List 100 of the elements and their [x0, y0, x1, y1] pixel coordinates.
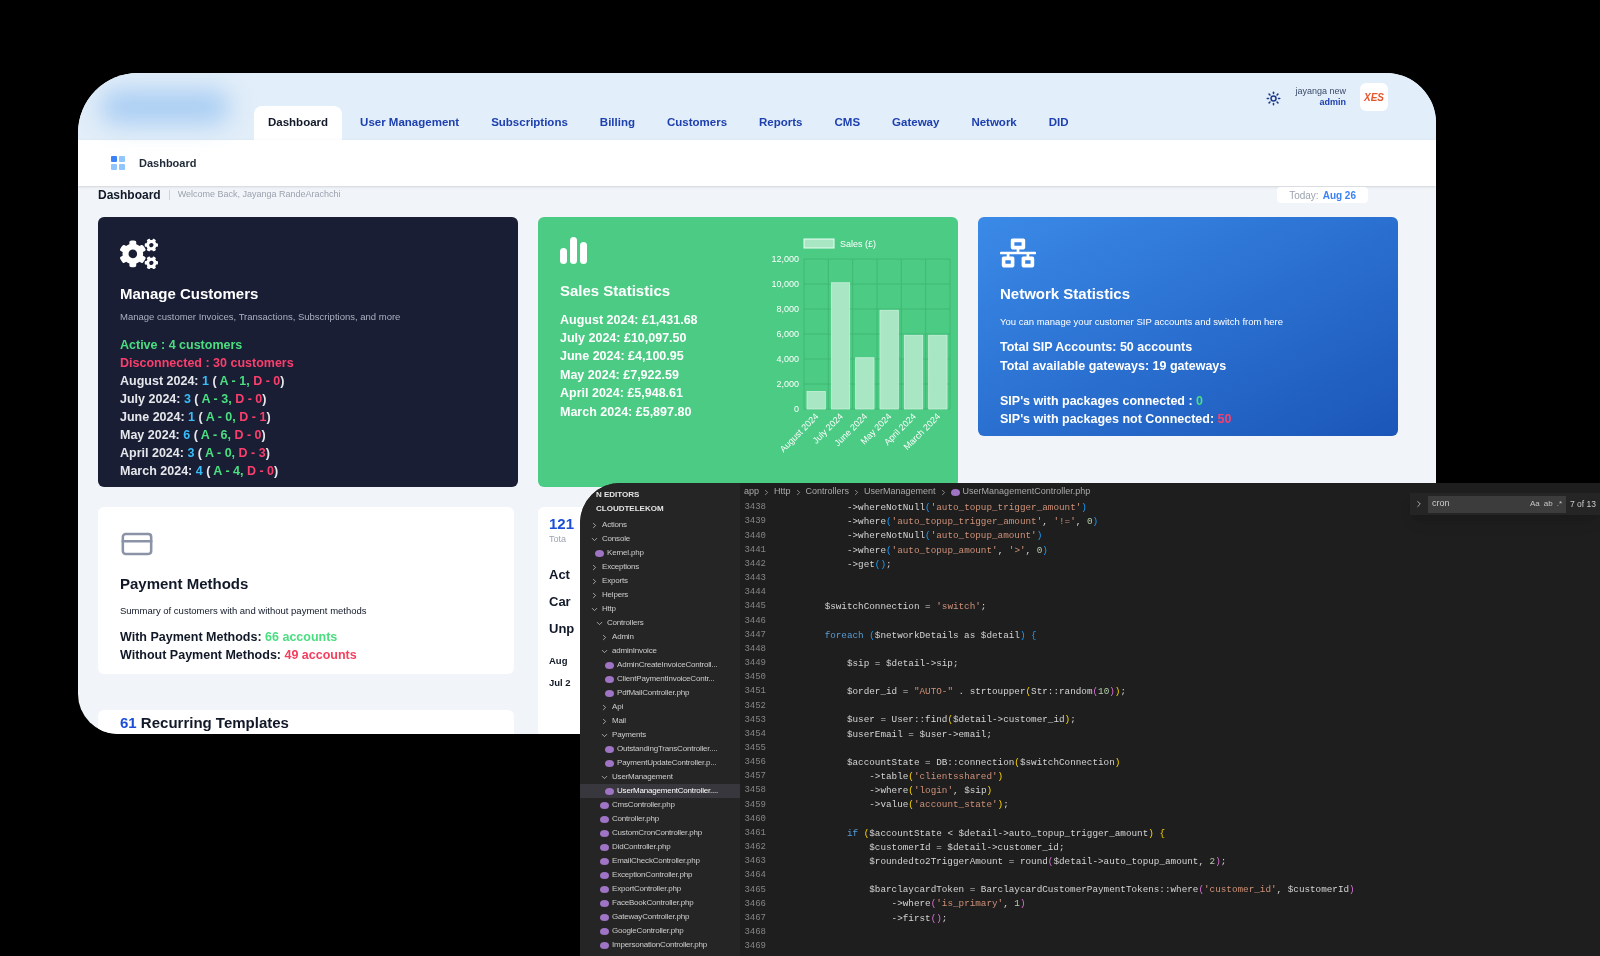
file-item[interactable]: CmsController.php	[580, 798, 740, 812]
folder-item[interactable]: Admin	[580, 630, 740, 644]
find-toggle[interactable]: .*	[1556, 498, 1562, 510]
file-item[interactable]: EmailCheckController.php	[580, 854, 740, 868]
folder-item[interactable]: Helpers	[580, 588, 740, 602]
line-number: 3454	[743, 727, 766, 741]
stat-line: March 2024: 4 ( A - 4, D - 0)	[120, 462, 280, 480]
code-line: $user = User::find($detail->customer_id);	[845, 713, 1076, 728]
code-line: $switchConnection = 'switch';	[823, 600, 987, 615]
folder-item[interactable]: Mail	[580, 714, 740, 728]
breadcrumb-item[interactable]: UserManagement	[864, 485, 936, 499]
file-item[interactable]: PaymentUpdateController.p...	[580, 756, 740, 770]
tick-label: 10,000	[771, 279, 799, 289]
card-title: Manage Customers	[120, 284, 260, 304]
breadcrumb-item[interactable]: Http	[774, 485, 791, 499]
sun-icon[interactable]	[1266, 91, 1282, 106]
code-line: ->value('account_state');	[868, 798, 1009, 813]
line-number: 3451	[743, 685, 766, 699]
code-line: foreach ($networkDetails as $detail) {	[823, 628, 1037, 643]
sales-line: April 2024: £5,948.61	[560, 385, 684, 403]
line-number: 3460	[743, 812, 766, 826]
file-item[interactable]: CustomCronController.php	[580, 826, 740, 840]
sales-line: May 2024: £7,922.59	[560, 366, 680, 384]
folder-item[interactable]: adminInvoice	[580, 644, 740, 658]
page-title: Dashboard	[98, 187, 161, 204]
file-item[interactable]: GoogleController.php	[580, 924, 740, 938]
card-title: Payment Methods	[120, 574, 250, 594]
nav-tab[interactable]: Billing	[585, 106, 649, 140]
nav-tab[interactable]: Subscriptions	[477, 106, 582, 140]
folder-item[interactable]: Controllers	[580, 616, 740, 630]
nav-tab[interactable]: Dashboard	[254, 106, 343, 140]
user-avatar[interactable]: XES	[1360, 83, 1388, 111]
file-item[interactable]: ExceptionController.php	[580, 868, 740, 882]
chevron-right-icon[interactable]	[1414, 499, 1424, 509]
folder-item[interactable]: Api	[580, 700, 740, 714]
file-item[interactable]: UserManagementController....	[580, 784, 740, 798]
stat-line: Disconnected : 30 customers	[120, 354, 295, 372]
code-line: $customerId = $detail->customer_id;	[868, 840, 1065, 855]
code-line: $userEmail = $user->email;	[845, 727, 992, 742]
folder-item[interactable]: Http	[580, 602, 740, 616]
file-item[interactable]: DidController.php	[580, 840, 740, 854]
sales-line: June 2024: £4,100.95	[560, 348, 685, 366]
line-number: 3453	[743, 713, 766, 727]
legend-label: Sales (£)	[840, 239, 877, 249]
line-number: 3457	[743, 770, 766, 784]
nav-tab[interactable]: Network	[957, 106, 1031, 140]
file-item[interactable]: ClientPaymentInvoiceContr...	[580, 672, 740, 686]
line-number: 3468	[743, 926, 766, 939]
code-line: ->whereNotNull('auto_topup_trigger_amount')	[845, 501, 1087, 516]
breadcrumb-item[interactable]: Controllers	[805, 485, 850, 499]
file-item[interactable]: AdminCreateInvoiceControll...	[580, 658, 740, 672]
total-label: Tota	[549, 533, 566, 546]
nav-tab[interactable]: DID	[1034, 106, 1083, 140]
file-item[interactable]: FaceBookController.php	[580, 896, 740, 910]
stat-line: August 2024: 1 ( A - 1, D - 0)	[120, 372, 286, 390]
nav-tab[interactable]: Reports	[745, 106, 817, 140]
breadcrumb-item[interactable]: app	[744, 485, 760, 499]
find-toggle[interactable]: Aa	[1529, 498, 1540, 510]
explorer-header[interactable]: CLOUDTELEKOM	[580, 502, 740, 516]
file-item[interactable]: Controller.php	[580, 812, 740, 826]
stat-line: April 2024: 3 ( A - 0, D - 3)	[120, 444, 271, 462]
line-number: 3438	[743, 501, 766, 515]
tick-label: 8,000	[776, 304, 799, 314]
line-number: 3463	[743, 855, 766, 869]
file-icon	[595, 549, 604, 557]
line-number: 3450	[743, 671, 766, 685]
folder-item[interactable]: Payments	[580, 728, 740, 742]
nav-tab[interactable]: User Management	[346, 106, 474, 140]
file-item[interactable]: ImpersonationController.php	[580, 938, 740, 952]
nav-tab[interactable]: Customers	[652, 106, 742, 140]
line-number: 3458	[743, 784, 766, 798]
explorer-header[interactable]: N EDITORS	[580, 488, 740, 502]
code-line: $roundedto2TriggerAmount = round($detail->auto_topup_amount, 2);	[868, 855, 1227, 869]
line-number: 3443	[743, 572, 766, 586]
card-title: Network Statistics	[1000, 284, 1132, 304]
folder-item[interactable]: Exports	[580, 574, 740, 588]
find-toggle[interactable]: ab	[1543, 498, 1553, 510]
summary-item: Car	[549, 593, 571, 610]
folder-item[interactable]: Exceptions	[580, 560, 740, 574]
folder-item[interactable]: Actions	[580, 518, 740, 532]
line-number: 3456	[743, 756, 766, 770]
file-item[interactable]: OutstandingTransController....	[580, 742, 740, 756]
stat-line: Active : 4 customers	[120, 336, 244, 354]
file-item[interactable]: GatewayController.php	[580, 910, 740, 924]
folder-item[interactable]: Console	[580, 532, 740, 546]
sales-line: July 2024: £10,097.50	[560, 329, 688, 347]
line-number: 3442	[743, 557, 766, 571]
nav-tab[interactable]: Gateway	[878, 106, 954, 140]
code-line: ->where('auto_topup_amount', '>', 0)	[845, 543, 1048, 558]
find-input[interactable]: cron Aa ab .*	[1428, 495, 1566, 513]
nav-tab[interactable]: CMS	[820, 106, 875, 140]
folder-item[interactable]: UserManagement	[580, 770, 740, 784]
file-item[interactable]: ExportController.php	[580, 882, 740, 896]
breadcrumb: Dashboard	[139, 155, 197, 171]
file-item[interactable]: Kernel.php	[580, 546, 740, 560]
tick-label: 12,000	[771, 254, 799, 264]
file-item[interactable]: PdfMailController.php	[580, 686, 740, 700]
breadcrumb-item[interactable]: UserManagementController.php	[962, 485, 1091, 499]
user-name: jayanga new	[1295, 86, 1346, 97]
card-subtitle: Manage customer Invoices, Transactions, Subscriptions, and more	[120, 309, 402, 324]
